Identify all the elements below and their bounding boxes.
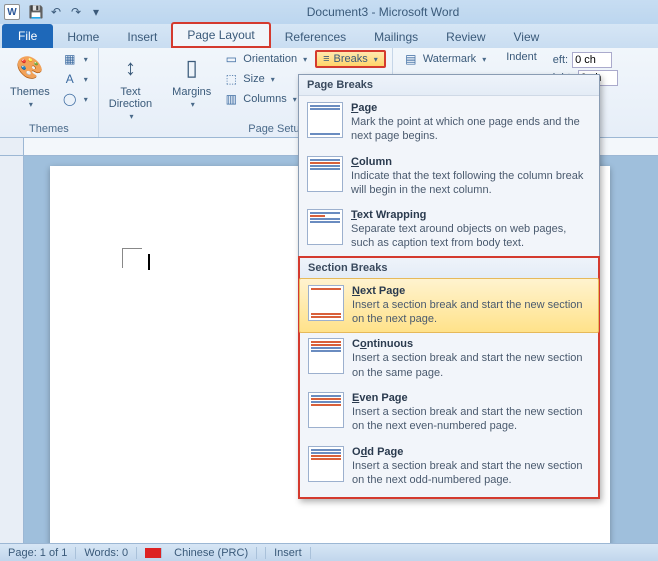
themes-icon: 🎨 <box>14 52 46 84</box>
break-column-title: Column <box>351 156 591 168</box>
even-page-icon <box>308 392 344 428</box>
break-continuous-item[interactable]: ContinuousInsert a section break and sta… <box>300 332 598 386</box>
themes-label: Themes <box>10 86 50 98</box>
break-odd-page-item[interactable]: Odd PageInsert a section break and start… <box>300 440 598 494</box>
section-breaks-header: Section Breaks <box>300 258 598 279</box>
theme-colors-button[interactable]: ▦▾ <box>58 50 92 68</box>
text-direction-label: TextDirection <box>109 86 152 110</box>
group-themes: 🎨 Themes ▾ ▦▾ A▾ ◯▾ Themes <box>0 48 99 137</box>
next-page-icon <box>308 285 344 321</box>
tab-insert[interactable]: Insert <box>113 26 171 48</box>
flag-icon <box>145 548 162 558</box>
qat-more-icon[interactable]: ▾ <box>88 4 104 20</box>
ribbon-tabs: File Home Insert Page Layout References … <box>0 24 658 48</box>
tab-view[interactable]: View <box>500 26 554 48</box>
text-direction-icon: ↕ <box>114 52 146 84</box>
text-wrapping-icon <box>307 209 343 245</box>
break-page-title: Page <box>351 102 591 114</box>
break-column-desc: Indicate that the text following the col… <box>351 169 591 198</box>
break-oddpage-desc: Insert a section break and start the new… <box>352 459 590 488</box>
indent-label: Indent <box>502 50 541 64</box>
status-bar: Page: 1 of 1 Words: 0 Chinese (PRC) Inse… <box>0 543 658 561</box>
break-text-wrapping-item[interactable]: Text WrappingSeparate text around object… <box>299 203 599 257</box>
status-language[interactable]: Chinese (PRC) <box>137 547 266 559</box>
ruler-vertical[interactable] <box>0 156 24 543</box>
margins-label: Margins <box>172 86 211 98</box>
column-break-icon <box>307 156 343 192</box>
window-title: Document3 - Microsoft Word <box>108 5 658 19</box>
status-page[interactable]: Page: 1 of 1 <box>0 547 76 559</box>
break-nextpage-title: Next Page <box>352 285 590 297</box>
break-textwrap-title: Text Wrapping <box>351 209 591 221</box>
margin-guide <box>122 248 142 268</box>
tab-references[interactable]: References <box>271 26 360 48</box>
fonts-icon: A <box>62 71 78 87</box>
break-nextpage-desc: Insert a section break and start the new… <box>352 298 590 327</box>
themes-button[interactable]: 🎨 Themes ▾ <box>6 50 54 111</box>
watermark-icon: ▤ <box>403 51 419 67</box>
chevron-down-icon: ▾ <box>29 100 33 109</box>
ruler-corner <box>0 138 24 156</box>
break-evenpage-desc: Insert a section break and start the new… <box>352 405 590 434</box>
break-next-page-item[interactable]: Next PageInsert a section break and star… <box>299 278 599 334</box>
break-continuous-desc: Insert a section break and start the new… <box>352 351 590 380</box>
break-page-desc: Mark the point at which one page ends an… <box>351 115 591 144</box>
section-breaks-highlight: Section Breaks Next PageInsert a section… <box>298 256 600 499</box>
breaks-icon: ≡ <box>323 53 329 65</box>
colors-icon: ▦ <box>62 51 78 67</box>
margins-button[interactable]: ▯ Margins ▾ <box>168 50 215 111</box>
indent-left-input[interactable] <box>572 52 612 68</box>
title-bar: W 💾 ↶ ↷ ▾ Document3 - Microsoft Word <box>0 0 658 24</box>
watermark-button[interactable]: ▤Watermark▾ <box>399 50 490 68</box>
tab-mailings[interactable]: Mailings <box>360 26 432 48</box>
break-page-item[interactable]: PageMark the point at which one page end… <box>299 96 599 150</box>
tab-review[interactable]: Review <box>432 26 499 48</box>
tab-file[interactable]: File <box>2 24 53 48</box>
effects-icon: ◯ <box>62 91 78 107</box>
undo-icon[interactable]: ↶ <box>48 4 64 20</box>
breaks-button[interactable]: ≡Breaks▾ <box>315 50 386 68</box>
size-icon: ⬚ <box>223 71 239 87</box>
page-breaks-header: Page Breaks <box>299 75 599 96</box>
theme-effects-button[interactable]: ◯▾ <box>58 90 92 108</box>
quick-access-toolbar: 💾 ↶ ↷ ▾ <box>24 4 108 20</box>
page-break-icon <box>307 102 343 138</box>
break-even-page-item[interactable]: Even PageInsert a section break and star… <box>300 386 598 440</box>
orientation-button[interactable]: ▭Orientation▾ <box>219 50 311 68</box>
group-label-themes: Themes <box>6 121 92 137</box>
text-direction-button[interactable]: ↕ TextDirection ▾ <box>105 50 156 123</box>
margins-icon: ▯ <box>176 52 208 84</box>
odd-page-icon <box>308 446 344 482</box>
indent-left-label: eft: <box>553 54 568 66</box>
status-mode[interactable]: Insert <box>266 547 311 559</box>
group-text-direction: ↕ TextDirection ▾ <box>99 48 162 137</box>
redo-icon[interactable]: ↷ <box>68 4 84 20</box>
word-app-icon: W <box>4 4 20 20</box>
break-column-item[interactable]: ColumnIndicate that the text following t… <box>299 150 599 204</box>
tab-home[interactable]: Home <box>53 26 113 48</box>
status-words[interactable]: Words: 0 <box>76 547 137 559</box>
breaks-dropdown: Page Breaks PageMark the point at which … <box>298 74 600 499</box>
break-evenpage-title: Even Page <box>352 392 590 404</box>
tab-page-layout[interactable]: Page Layout <box>171 22 270 48</box>
columns-icon: ▥ <box>223 91 239 107</box>
continuous-icon <box>308 338 344 374</box>
break-oddpage-title: Odd Page <box>352 446 590 458</box>
theme-fonts-button[interactable]: A▾ <box>58 70 92 88</box>
orientation-icon: ▭ <box>223 51 239 67</box>
break-continuous-title: Continuous <box>352 338 590 350</box>
save-icon[interactable]: 💾 <box>28 4 44 20</box>
break-textwrap-desc: Separate text around objects on web page… <box>351 222 591 251</box>
text-cursor <box>148 254 150 270</box>
